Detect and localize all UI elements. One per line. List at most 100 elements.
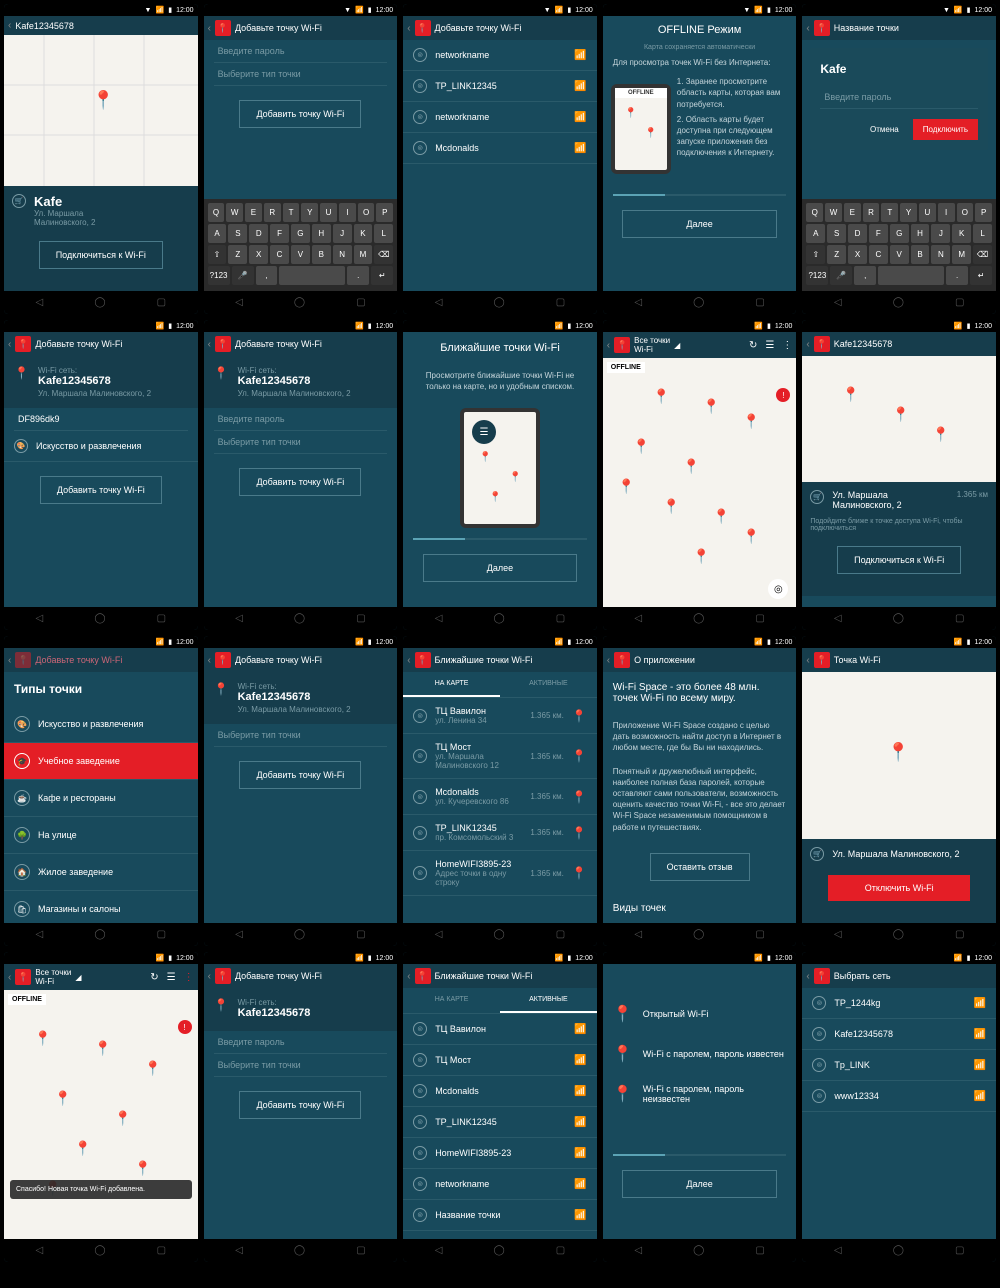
screen-kafe-map: ▼📶▮12:00 ‹Kafe12345678 📍 🛒 KafeУл. Марша… — [4, 4, 198, 314]
next-button[interactable]: Далее — [423, 554, 578, 582]
tab-map[interactable]: НА КАРТЕ — [403, 672, 500, 697]
title: Kafe12345678 — [15, 21, 74, 31]
progress — [613, 194, 787, 196]
pin-icon: 📍 — [14, 366, 30, 382]
screen-add-filled: 📶▮12:00 ‹📍Добавьте точку Wi-Fi 📍Wi-Fi се… — [4, 320, 198, 630]
legend-unknown: 📍Wi-Fi с паролем, пароль неизвестен — [603, 1074, 797, 1114]
type-option[interactable]: 🎨Искусство и развлечения — [4, 706, 198, 743]
password-input[interactable]: Введите пароль — [214, 1031, 388, 1054]
marker-green[interactable]: 📍 — [92, 90, 114, 111]
status-bar: ▼📶▮12:00 — [4, 4, 198, 16]
distance: 1.365 км — [957, 490, 988, 499]
screen-add-nopass: 📶▮12:00 ‹📍Добавьте точку Wi-Fi 📍Wi-Fi се… — [204, 636, 398, 946]
signal-icon: 📶 — [574, 50, 586, 61]
legend-open: 📍Открытый Wi-Fi — [603, 994, 797, 1034]
password-input[interactable]: Введите пароль — [214, 408, 388, 431]
cart-icon: 🛒 — [810, 490, 824, 504]
disconnect-button[interactable]: Отключить Wi-Fi — [828, 875, 970, 901]
list-icon[interactable]: ☰ — [765, 340, 774, 351]
marker-red: 📍 — [572, 709, 587, 723]
screen-add-noaddr: 📶▮12:00 ‹📍Добавьте точку Wi-Fi 📍Wi-Fi се… — [204, 952, 398, 1262]
home-nav[interactable]: ◯ — [94, 297, 105, 308]
connect-button[interactable]: Подключиться к Wi-Fi — [837, 546, 961, 574]
keyboard[interactable]: QWERTYUIOP ASDFGHJKL ⇧ZXCVBNM⌫ ?123🎤,.↵ — [204, 199, 398, 291]
recent-nav[interactable]: ▢ — [157, 297, 166, 308]
wifi-icon: ⊚ — [413, 48, 427, 62]
network-item[interactable]: ⊚TP_1244kg📶 — [802, 988, 996, 1019]
add-button[interactable]: Добавить точку Wi-Fi — [239, 1091, 361, 1119]
screen-add-point-kb: ▼📶▮12:00 ‹📍Добавьте точку Wi-Fi Введите … — [204, 4, 398, 314]
type-select[interactable]: Выберите тип точки — [214, 431, 388, 454]
screen-connect-dialog: ▼📶▮12:00 ‹📍Название точки Kafe Введите п… — [802, 4, 996, 314]
screen-offline-tutorial: ▼📶▮12:00 OFFLINE Режим Карта сохраняется… — [603, 4, 797, 314]
legend-known: 📍Wi-Fi с паролем, пароль известен — [603, 1034, 797, 1074]
next-button[interactable]: Далее — [622, 1170, 777, 1198]
art-icon: 🎨 — [14, 439, 28, 453]
place-card: 🛒 KafeУл. Маршала Малиновского, 2 Подклю… — [4, 186, 198, 291]
cancel-button[interactable]: Отмена — [860, 119, 909, 140]
password-input[interactable]: Введите пароль — [214, 40, 388, 63]
cart-icon: 🛒 — [12, 194, 26, 208]
back-icon[interactable]: ‹ — [8, 20, 11, 31]
keyboard[interactable]: QWERTYUIOP ASDFGHJKL ⇧ZXCVBNM⌫ ?123🎤,.↵ — [802, 199, 996, 291]
screen-select-network: 📶▮12:00 ‹📍Выбрать сеть ⊚TP_1244kg📶 ⊚Kafe… — [802, 952, 996, 1262]
screen-map-toast: 📶▮12:00 ‹📍Все точки Wi-Fi◢↻☰⋮ OFFLINE 📍 … — [4, 952, 198, 1262]
place-name: Kafe — [34, 194, 96, 209]
next-button[interactable]: Далее — [622, 210, 777, 238]
map[interactable]: 📍 📍 📍 — [802, 356, 996, 482]
screen-type-picker: 📶▮12:00 ‹📍Добавьте точку Wi-Fi Типы точк… — [4, 636, 198, 946]
tabs: НА КАРТЕАКТИВНЫЕ — [403, 672, 597, 698]
type-select[interactable]: Выберите тип точки — [214, 63, 388, 86]
screen-all-points-map: 📶▮12:00 ‹📍Все точки Wi-Fi◢↻☰⋮ OFFLINE 📍 … — [603, 320, 797, 630]
heading: Типы точки — [4, 672, 198, 706]
screen-active-list: 📶▮12:00 ‹📍Ближайшие точки Wi-Fi НА КАРТЕ… — [403, 952, 597, 1262]
screen-network-list: ▼📶▮12:00 ‹📍Добавьте точку Wi-Fi ⊚network… — [403, 4, 597, 314]
marker-green-icon: 📍 — [613, 1004, 633, 1024]
connect-button[interactable]: Подключить — [913, 119, 978, 140]
wifi-icon: 📶 — [155, 6, 164, 14]
tab-active[interactable]: АКТИВНЫЕ — [500, 672, 597, 697]
type-select[interactable]: Выберите тип точки — [214, 1054, 388, 1077]
menu-icon[interactable]: ⋮ — [782, 340, 792, 351]
place-addr: Ул. Маршала Малиновского, 2 — [34, 209, 96, 227]
nearby-item[interactable]: ⊚ТЦ Вавилонул. Ленина 341.365 км.📍 — [403, 698, 597, 734]
type-option-selected[interactable]: 🎓Учебное заведение — [4, 743, 198, 780]
network-item[interactable]: ⊚networkname📶 — [403, 40, 597, 71]
locate-button[interactable]: ◎ — [768, 579, 788, 599]
add-button[interactable]: Добавить точку Wi-Fi — [239, 100, 361, 128]
map[interactable]: OFFLINE 📍 📍 📍 📍 📍 📍 📍 📍 📍 📍 ◎ — [603, 358, 797, 607]
network-name: Kafe — [820, 62, 978, 76]
screen-point-detail: 📶▮12:00 ‹📍Kafe12345678 📍 📍 📍 🛒 Ул. Марша… — [802, 320, 996, 630]
header: ‹ Kafe12345678 — [4, 16, 198, 35]
connect-dialog: Kafe Введите пароль ОтменаПодключить — [810, 48, 988, 150]
screen-add-empty: 📶▮12:00 ‹📍Добавьте точку Wi-Fi 📍Wi-Fi се… — [204, 320, 398, 630]
back-icon[interactable]: ‹ — [208, 23, 211, 34]
connect-button[interactable]: Подключиться к Wi-Fi — [39, 241, 163, 269]
add-button[interactable]: Добавить точку Wi-Fi — [239, 761, 361, 789]
marker-red-icon: 📍 — [613, 1084, 633, 1104]
tab-map[interactable]: НА КАРТЕ — [403, 988, 500, 1013]
add-button[interactable]: Добавить точку Wi-Fi — [239, 468, 361, 496]
toast: Спасибо! Новая точка Wi-Fi добавлена. — [10, 1180, 192, 1199]
title: OFFLINE Режим — [603, 16, 797, 44]
battery-icon: ▮ — [168, 6, 172, 14]
add-button[interactable]: Добавить точку Wi-Fi — [40, 476, 162, 504]
code-input[interactable]: DF896dk9 — [14, 408, 188, 431]
offline-badge: OFFLINE — [607, 362, 645, 373]
review-button[interactable]: Оставить отзыв — [650, 853, 750, 881]
type-select[interactable]: Выберите тип точки — [214, 724, 388, 747]
refresh-icon[interactable]: ↻ — [749, 340, 757, 351]
screen-nearby-list: 📶▮12:00 ‹📍Ближайшие точки Wi-Fi НА КАРТЕ… — [403, 636, 597, 946]
type-input[interactable]: 🎨Искусство и развлечения — [4, 431, 198, 462]
screen-legend: 📶▮12:00 📍Открытый Wi-Fi 📍Wi-Fi с паролем… — [603, 952, 797, 1262]
screen-nearby-tutorial: 📶▮12:00 Ближайшие точки Wi-Fi Просмотрит… — [403, 320, 597, 630]
map[interactable]: OFFLINE 📍 📍 📍 📍 📍 📍 📍 📍 — [4, 990, 198, 1239]
password-input[interactable]: Введите пароль — [820, 86, 978, 109]
phone-mockup: ☰📍📍📍 — [460, 408, 540, 528]
hint-text: Подойдите ближе к точке доступа Wi-Fi, ч… — [810, 518, 988, 532]
alert-badge[interactable]: ! — [178, 1020, 192, 1034]
phone-mockup: OFFLINE📍📍 — [611, 84, 671, 174]
back-nav[interactable]: ◁ — [36, 297, 44, 308]
tab-active[interactable]: АКТИВНЫЕ — [500, 988, 597, 1013]
logo-icon: 📍 — [215, 20, 231, 36]
